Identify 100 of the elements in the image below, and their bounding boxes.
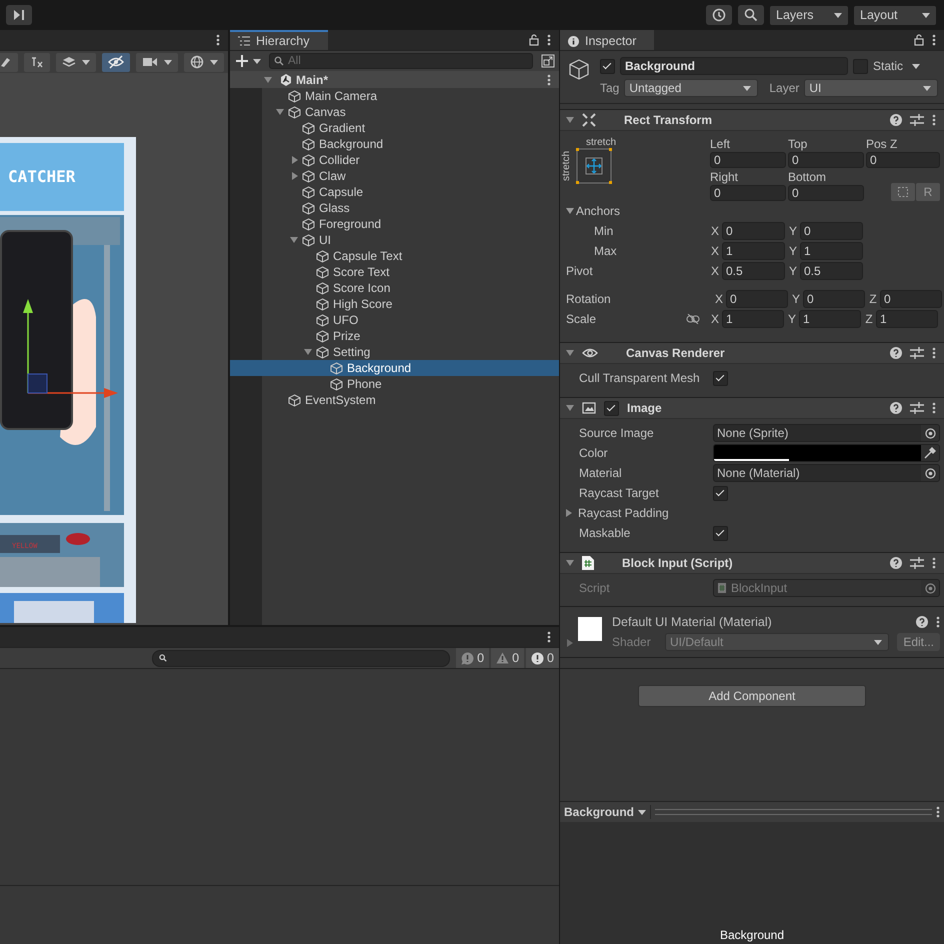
target-icon[interactable] — [924, 428, 936, 438]
more-icon[interactable] — [932, 347, 936, 359]
number-field[interactable]: 0 — [710, 185, 786, 201]
preset-sliders-icon[interactable] — [910, 402, 924, 414]
hierarchy-item[interactable]: Main Camera — [230, 88, 559, 104]
hierarchy-item[interactable]: Prize — [230, 328, 559, 344]
lock-icon[interactable] — [914, 34, 924, 46]
scene-header[interactable]: Main* — [230, 71, 559, 88]
lock-icon[interactable] — [529, 34, 539, 46]
move-gizmo-icon[interactable] — [23, 299, 118, 398]
hierarchy-item[interactable]: Capsule — [230, 184, 559, 200]
preset-sliders-icon[interactable] — [910, 347, 924, 359]
number-field[interactable]: 1 — [722, 310, 784, 328]
expand-arrow-icon[interactable] — [290, 237, 298, 243]
maximize-icon[interactable] — [541, 54, 555, 68]
hierarchy-item[interactable]: Foreground — [230, 216, 559, 232]
preview-dropdown[interactable]: Background — [564, 805, 652, 819]
property-checkbox[interactable] — [713, 486, 728, 500]
number-field[interactable]: 0 — [800, 222, 863, 240]
caret-icon[interactable] — [912, 64, 920, 68]
unlinked-chain-icon[interactable] — [686, 314, 700, 324]
number-field[interactable]: 0 — [788, 185, 864, 201]
fold-arrow-icon[interactable] — [566, 560, 574, 566]
step-button[interactable] — [6, 5, 32, 25]
scene-tool-button[interactable] — [56, 52, 96, 72]
hierarchy-item[interactable]: UI — [230, 232, 559, 248]
component-header[interactable]: Canvas Renderer — [560, 342, 944, 364]
hierarchy-item[interactable]: Gradient — [230, 120, 559, 136]
more-icon[interactable] — [936, 616, 940, 628]
hierarchy-item[interactable]: Background — [230, 136, 559, 152]
add-button[interactable] — [236, 55, 261, 67]
object-field[interactable]: None (Sprite) — [713, 424, 940, 442]
hierarchy-item[interactable]: Collider — [230, 152, 559, 168]
property-checkbox[interactable] — [713, 370, 728, 386]
more-icon[interactable] — [547, 74, 551, 86]
hierarchy-tab[interactable]: Hierarchy — [230, 30, 328, 50]
component-header[interactable]: Block Input (Script) — [560, 552, 944, 574]
hierarchy-item[interactable]: Canvas — [230, 104, 559, 120]
hierarchy-item[interactable]: Background — [230, 360, 559, 376]
number-field[interactable]: 0 — [880, 290, 942, 308]
number-field[interactable]: 0 — [722, 222, 785, 240]
blueprint-mode-button[interactable] — [891, 183, 915, 201]
number-field[interactable]: 0.5 — [722, 262, 785, 280]
number-field[interactable]: 0 — [803, 290, 865, 308]
help-icon[interactable] — [890, 402, 902, 414]
expand-arrow-icon[interactable] — [292, 156, 298, 164]
hierarchy-item[interactable]: Score Icon — [230, 280, 559, 296]
static-checkbox[interactable] — [853, 58, 868, 74]
hierarchy-item[interactable]: UFO — [230, 312, 559, 328]
layer-dropdown[interactable]: UI — [804, 79, 938, 97]
fold-arrow-icon[interactable] — [566, 405, 574, 411]
help-icon[interactable] — [890, 557, 902, 569]
log-count-toggle[interactable]: 0 — [456, 648, 490, 668]
component-header[interactable]: Rect Transform — [560, 109, 944, 131]
component-header[interactable]: Image — [560, 397, 944, 419]
fold-arrow-icon[interactable] — [566, 350, 574, 356]
preset-sliders-icon[interactable] — [910, 557, 924, 569]
scene-tool-button[interactable] — [184, 52, 224, 72]
number-field[interactable]: 0 — [866, 152, 940, 168]
hierarchy-item[interactable]: High Score — [230, 296, 559, 312]
preset-sliders-icon[interactable] — [910, 114, 924, 126]
eyedropper-icon[interactable] — [924, 447, 936, 459]
scene-tool-button[interactable] — [136, 52, 178, 72]
hierarchy-item[interactable]: Claw — [230, 168, 559, 184]
more-icon[interactable] — [932, 114, 936, 126]
fold-arrow-icon[interactable] — [566, 208, 574, 214]
layers-dropdown[interactable]: Layers — [770, 6, 848, 24]
number-field[interactable]: 0 — [788, 152, 864, 168]
hierarchy-item[interactable]: Capsule Text — [230, 248, 559, 264]
hierarchy-item[interactable]: Glass — [230, 200, 559, 216]
expand-arrow-icon[interactable] — [292, 172, 298, 180]
number-field[interactable]: 1 — [799, 310, 861, 328]
number-field[interactable]: 1 — [800, 242, 863, 260]
help-icon[interactable] — [890, 114, 902, 126]
more-icon[interactable] — [932, 34, 936, 46]
log-count-toggle[interactable]: 0 — [491, 648, 524, 668]
fold-arrow-icon[interactable] — [566, 509, 572, 517]
hierarchy-item[interactable]: EventSystem — [230, 392, 559, 408]
history-button[interactable] — [706, 5, 732, 25]
number-field[interactable]: 1 — [876, 310, 938, 328]
more-icon[interactable] — [216, 34, 220, 46]
name-field[interactable]: Background — [620, 57, 848, 75]
help-icon[interactable] — [890, 347, 902, 359]
property-checkbox[interactable] — [713, 526, 728, 540]
number-field[interactable]: 1 — [722, 242, 785, 260]
more-icon[interactable] — [932, 557, 936, 569]
layout-dropdown[interactable]: Layout — [854, 6, 936, 24]
scene-tool-button[interactable] — [102, 52, 130, 72]
preview-resize-handle[interactable] — [655, 809, 932, 815]
cube-icon[interactable] — [568, 59, 590, 81]
anchor-preset-icon[interactable] — [576, 148, 612, 184]
help-icon[interactable] — [916, 616, 928, 628]
enabled-checkbox[interactable] — [604, 400, 619, 416]
add-component-button[interactable]: Add Component — [638, 685, 866, 707]
expand-arrow-icon[interactable] — [276, 109, 284, 115]
number-field[interactable]: 0.5 — [800, 262, 863, 280]
more-icon[interactable] — [547, 34, 551, 46]
more-icon[interactable] — [547, 631, 551, 643]
active-checkbox[interactable] — [600, 58, 615, 74]
search-button[interactable] — [738, 5, 764, 25]
